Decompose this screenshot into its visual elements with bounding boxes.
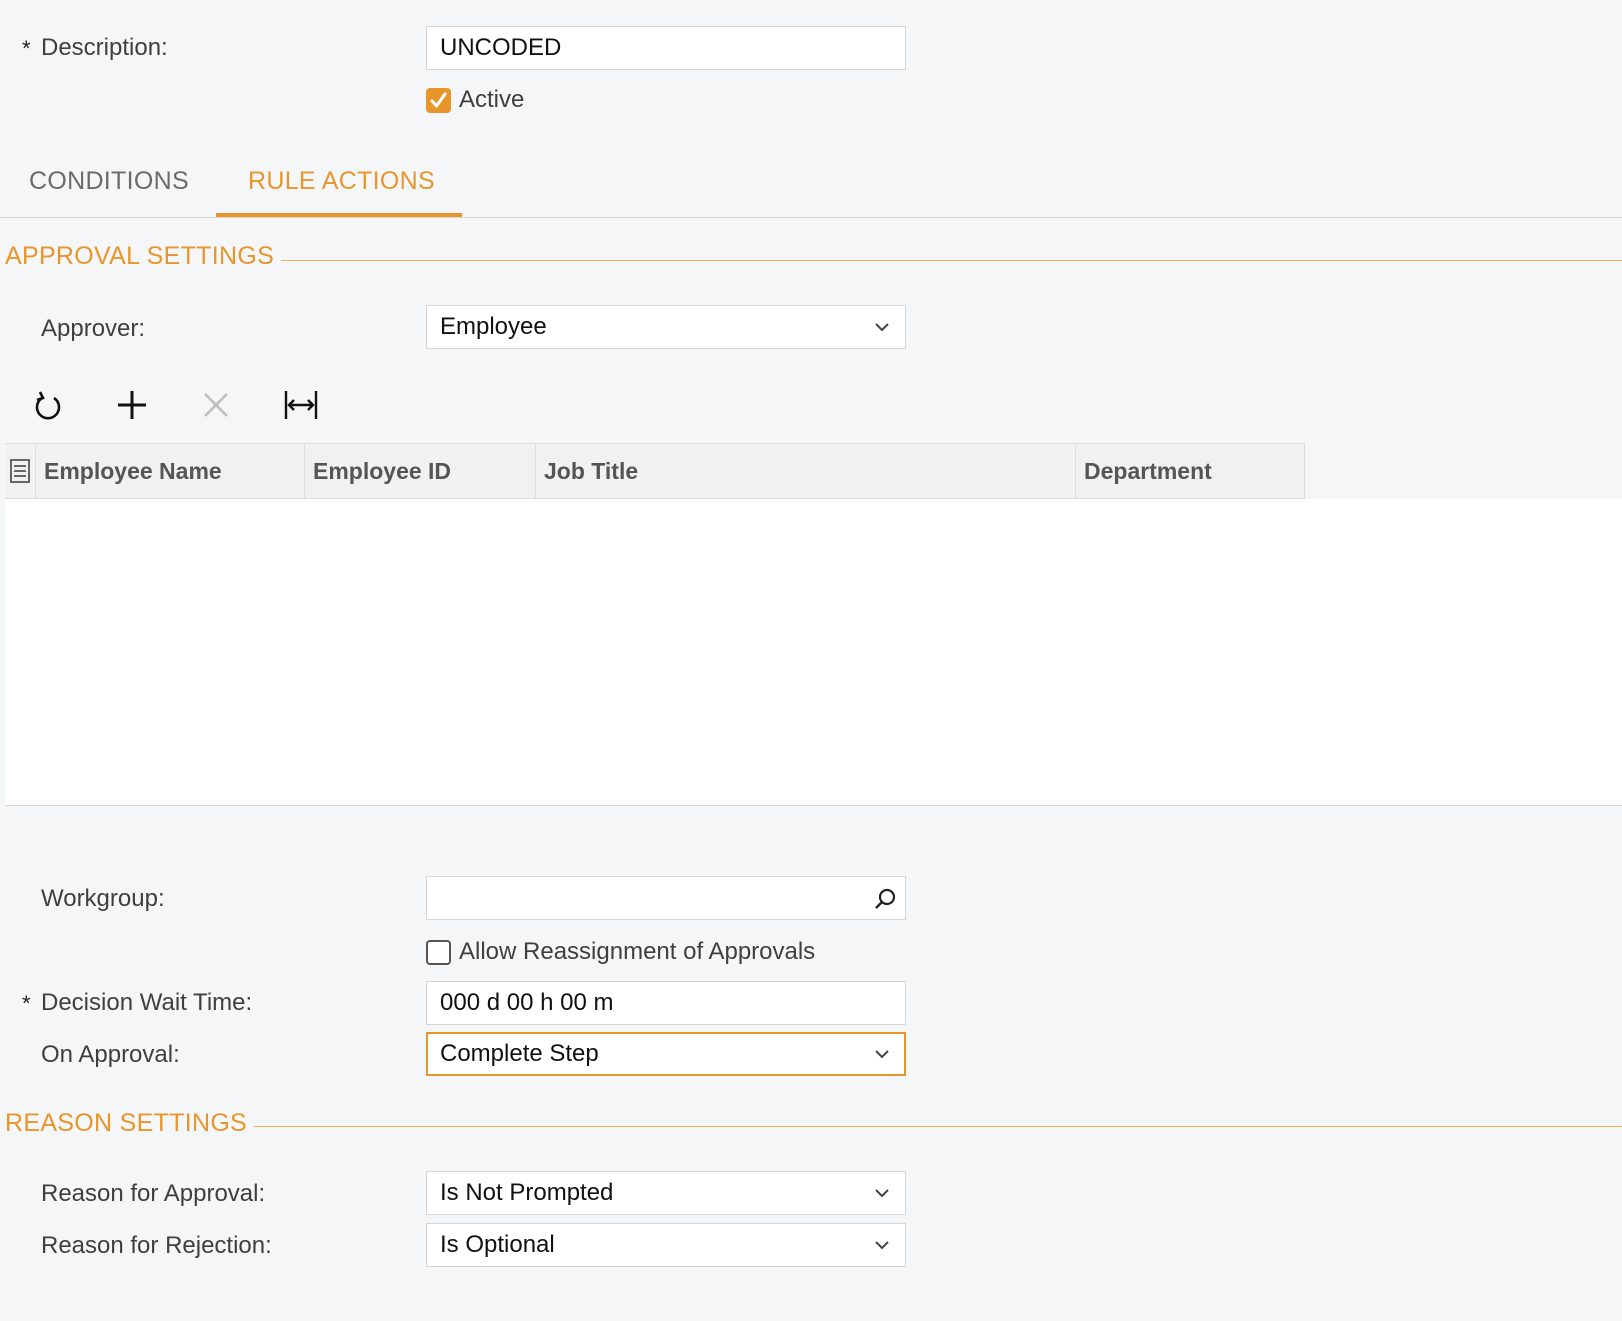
chevron-down-icon <box>875 1189 889 1198</box>
description-label: Description: <box>41 34 168 61</box>
tab-conditions[interactable]: CONDITIONS <box>29 167 189 196</box>
checkmark-icon <box>430 92 447 108</box>
reason-rejection-select[interactable]: Is Optional <box>426 1223 906 1267</box>
wait-time-value: 000 d 00 h 00 m <box>440 989 614 1016</box>
reason-rejection-value: Is Optional <box>440 1231 555 1258</box>
workgroup-label: Workgroup: <box>41 885 165 912</box>
refresh-icon[interactable] <box>28 385 68 425</box>
wait-time-label: Decision Wait Time: <box>41 989 253 1016</box>
active-checkbox[interactable] <box>426 88 451 113</box>
description-field[interactable]: UNCODED <box>426 26 906 70</box>
reason-approval-label: Reason for Approval: <box>41 1180 266 1207</box>
reason-approval-value: Is Not Prompted <box>440 1179 614 1206</box>
approver-value: Employee <box>440 313 547 340</box>
workgroup-input[interactable] <box>426 876 906 920</box>
on-approval-label: On Approval: <box>41 1041 180 1068</box>
wait-time-input[interactable]: 000 d 00 h 00 m <box>426 981 906 1025</box>
section-divider <box>254 1126 1622 1127</box>
chevron-down-icon <box>875 1241 889 1250</box>
approver-select[interactable]: Employee <box>426 305 906 349</box>
reason-settings-title: REASON SETTINGS <box>5 1109 248 1137</box>
grid-body <box>5 499 1622 806</box>
tab-rule-actions[interactable]: RULE ACTIONS <box>248 167 435 196</box>
chevron-down-icon <box>875 1050 889 1059</box>
on-approval-select[interactable]: Complete Step <box>426 1032 906 1076</box>
section-divider <box>281 260 1622 261</box>
reason-rejection-label: Reason for Rejection: <box>41 1232 272 1259</box>
on-approval-value: Complete Step <box>440 1040 599 1067</box>
chevron-down-icon <box>875 323 889 332</box>
required-mark: * <box>22 991 31 1016</box>
column-job-title[interactable]: Job Title <box>536 444 1076 498</box>
required-mark: * <box>22 36 31 61</box>
column-department[interactable]: Department <box>1076 444 1305 498</box>
column-employee-name[interactable]: Employee Name <box>35 444 305 498</box>
active-label: Active <box>459 86 525 113</box>
approval-settings-title: APPROVAL SETTINGS <box>5 242 275 270</box>
reason-approval-select[interactable]: Is Not Prompted <box>426 1171 906 1215</box>
description-value: UNCODED <box>440 34 562 61</box>
allow-reassignment-label: Allow Reassignment of Approvals <box>459 938 816 965</box>
grid-header: Employee Name Employee ID Job Title Depa… <box>5 443 1305 499</box>
allow-reassignment-checkbox[interactable] <box>426 940 451 965</box>
tabs-divider <box>0 217 1622 218</box>
close-icon[interactable] <box>196 385 236 425</box>
approver-label: Approver: <box>41 315 146 342</box>
search-icon[interactable] <box>873 887 897 911</box>
plus-icon[interactable] <box>112 385 152 425</box>
column-employee-id[interactable]: Employee ID <box>305 444 536 498</box>
fit-columns-icon[interactable] <box>281 385 321 425</box>
column-chooser-icon[interactable] <box>10 459 30 483</box>
